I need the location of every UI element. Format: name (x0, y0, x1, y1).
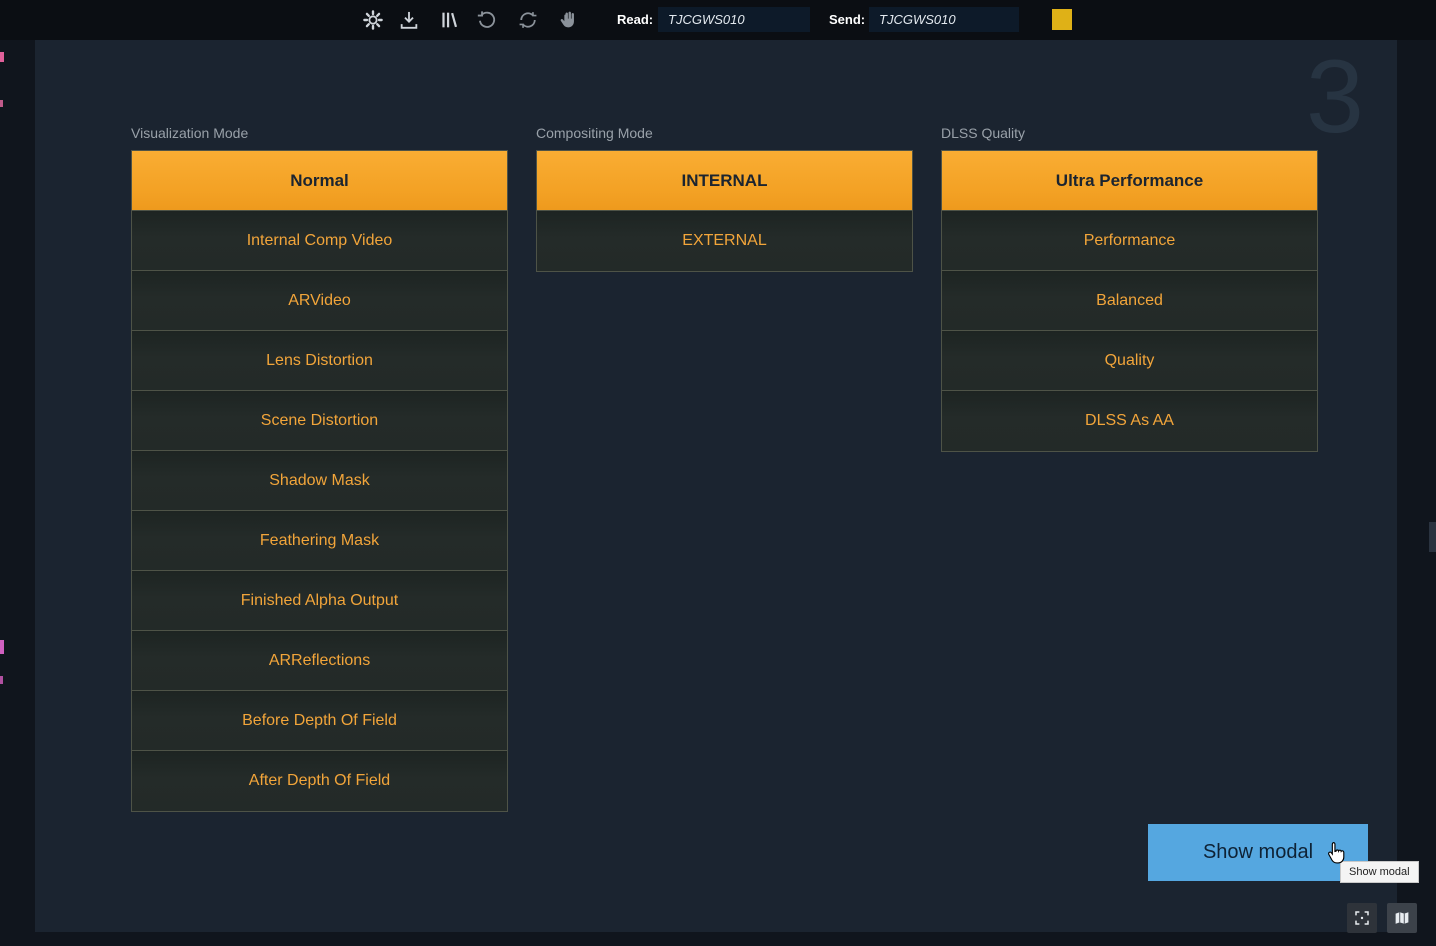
dlss-option[interactable]: DLSS As AA (942, 391, 1317, 451)
scrollbar-thumb[interactable] (1429, 522, 1436, 552)
dlss-option[interactable]: Quality (942, 331, 1317, 391)
screen-artifact (0, 640, 4, 654)
mode-columns: Visualization Mode Normal Internal Comp … (131, 125, 1318, 812)
fullscreen-icon (1353, 909, 1371, 927)
viz-option[interactable]: Shadow Mask (132, 451, 507, 511)
viz-option[interactable]: Before Depth Of Field (132, 691, 507, 751)
top-toolbar: Read: Send: (0, 0, 1436, 40)
group-title: Compositing Mode (536, 125, 913, 142)
status-indicator (1052, 9, 1072, 30)
dlss-option[interactable]: Performance (942, 211, 1317, 271)
dlss-quality-group: DLSS Quality Ultra Performance Performan… (941, 125, 1318, 812)
group-title: Visualization Mode (131, 125, 508, 142)
dlss-option[interactable]: Ultra Performance (942, 151, 1317, 211)
send-input[interactable] (869, 7, 1019, 32)
compositing-option[interactable]: INTERNAL (537, 151, 912, 211)
viz-option[interactable]: Normal (132, 151, 507, 211)
library-icon[interactable] (438, 9, 460, 31)
viz-option[interactable]: After Depth Of Field (132, 751, 507, 811)
screen-artifact (0, 100, 3, 107)
history-icon[interactable] (476, 9, 498, 31)
viz-option[interactable]: Lens Distortion (132, 331, 507, 391)
dlss-option[interactable]: Balanced (942, 271, 1317, 331)
group-title: DLSS Quality (941, 125, 1318, 142)
option-list: Normal Internal Comp Video ARVideo Lens … (131, 150, 508, 812)
refresh-icon[interactable] (517, 9, 539, 31)
screen-artifact (0, 676, 3, 684)
viz-option[interactable]: ARReflections (132, 631, 507, 691)
show-modal-tooltip: Show modal (1340, 861, 1419, 883)
viz-option[interactable]: Feathering Mask (132, 511, 507, 571)
option-list: INTERNAL EXTERNAL (536, 150, 913, 272)
read-label: Read: (617, 12, 653, 27)
fullscreen-button[interactable] (1347, 903, 1377, 933)
map-icon (1393, 909, 1411, 927)
compositing-option[interactable]: EXTERNAL (537, 211, 912, 271)
pan-hand-icon[interactable] (557, 9, 579, 31)
compositing-mode-group: Compositing Mode INTERNAL EXTERNAL (536, 125, 913, 812)
viz-option[interactable]: ARVideo (132, 271, 507, 331)
map-button[interactable] (1387, 903, 1417, 933)
viz-option[interactable]: Finished Alpha Output (132, 571, 507, 631)
screen-artifact (0, 52, 4, 62)
visualization-mode-group: Visualization Mode Normal Internal Comp … (131, 125, 508, 812)
option-list: Ultra Performance Performance Balanced Q… (941, 150, 1318, 452)
send-label: Send: (829, 12, 865, 27)
read-input[interactable] (658, 7, 810, 32)
settings-icon[interactable] (362, 9, 384, 31)
main-panel: 3 Visualization Mode Normal Internal Com… (35, 40, 1397, 932)
download-icon[interactable] (398, 9, 420, 31)
show-modal-button[interactable]: Show modal (1148, 824, 1368, 881)
viz-option[interactable]: Internal Comp Video (132, 211, 507, 271)
viz-option[interactable]: Scene Distortion (132, 391, 507, 451)
